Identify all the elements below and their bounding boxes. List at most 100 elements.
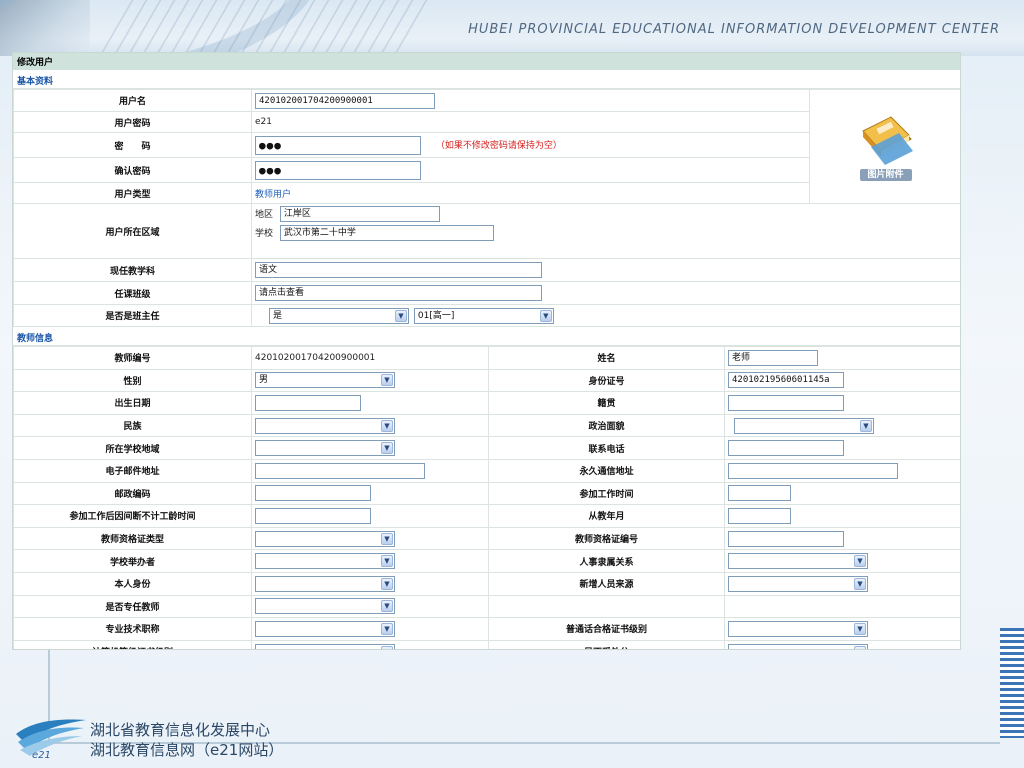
dropdown-select[interactable]: ▼	[255, 643, 395, 649]
chevron-down-icon: ▼	[854, 555, 866, 568]
teacher-info-row: 邮政编码 参加工作时间	[13, 481, 960, 506]
text-input[interactable]	[728, 485, 791, 502]
teacher-info-row: 专业技术职称 ▼ 普通话合格证书级别 ▼	[13, 617, 960, 641]
dropdown-select[interactable]: ▼	[728, 620, 868, 637]
teacher-info-row: 是否专任教师 ▼	[13, 594, 960, 619]
banner-title: HUBEI PROVINCIAL EDUCATIONAL INFORMATION…	[468, 22, 1000, 37]
chevron-down-icon: ▼	[854, 577, 866, 590]
field-label: 民族	[13, 413, 252, 438]
field-label: 计算机等级证书级别	[13, 639, 252, 649]
head-teacher-select[interactable]: 是 ▼	[269, 307, 409, 324]
field-label: 邮政编码	[13, 481, 252, 506]
teacher-info-row: 学校举办者 ▼ 人事隶属关系 ▼	[13, 549, 960, 573]
text-input[interactable]	[255, 394, 361, 411]
text-input[interactable]	[728, 530, 844, 547]
footer-logo: e21 湖北省教育信息化发展中心 湖北教育信息网（e21网站）	[14, 712, 314, 762]
head-teacher-value: 是	[273, 310, 283, 321]
field-label: 教师资格证类型	[13, 526, 252, 551]
text-input[interactable]	[255, 507, 371, 524]
text-input[interactable]: 老师	[728, 349, 818, 366]
dropdown-select[interactable]: ▼	[255, 598, 395, 615]
head-teacher-label: 是否是班主任	[13, 304, 252, 327]
teacher-info-row: 本人身份 ▼ 新增人员来源 ▼	[13, 571, 960, 596]
district-key: 地区	[255, 209, 274, 220]
field-label: 联系电话	[488, 436, 725, 460]
chevron-down-icon: ▼	[381, 645, 393, 649]
banner-decoration	[96, 0, 444, 56]
chevron-down-icon: ▼	[860, 419, 872, 432]
head-teacher-class-select[interactable]: 01[高一] ▼	[413, 307, 554, 324]
chevron-down-icon: ▼	[854, 622, 866, 635]
teacher-info-row: 电子邮件地址 永久通信地址	[13, 458, 960, 483]
dropdown-select[interactable]: ▼	[255, 620, 395, 637]
field-label: 姓名	[488, 346, 725, 370]
subject-input[interactable]: 语文	[255, 262, 542, 278]
user-password-value: e21	[251, 111, 810, 133]
field-label: 参加工作时间	[488, 481, 725, 506]
confirm-password-label: 确认密码	[13, 157, 252, 183]
school-key: 学校	[255, 228, 274, 239]
teacher-info-table: 教师编号 420102001704200900001 姓名 老师 性别男 ▼ 身份证号 420…	[13, 346, 960, 649]
field-label: 电子邮件地址	[13, 458, 252, 483]
chevron-down-icon: ▼	[381, 419, 393, 432]
teacher-info-row: 参加工作后因间断不计工龄时间 从教年月	[13, 504, 960, 528]
school-input[interactable]: 武汉市第二十中学	[279, 225, 494, 241]
text-input[interactable]: 42010219560601145a	[728, 372, 844, 389]
section-basic-info: 基本资料	[13, 70, 960, 89]
dropdown-select[interactable]: ▼	[255, 575, 395, 592]
dropdown-select[interactable]: ▼	[255, 530, 395, 547]
user-type-link[interactable]: 教师用户	[255, 190, 291, 200]
chevron-down-icon: ▼	[381, 532, 393, 545]
password-input[interactable]: ●●●	[255, 135, 421, 155]
chevron-down-icon: ▼	[854, 645, 866, 649]
section-teacher-info: 教师信息	[13, 327, 960, 346]
school-row: 学校 武汉市第二十中学	[255, 225, 958, 244]
text-input[interactable]	[728, 394, 844, 411]
field-label: 人事隶属关系	[488, 549, 725, 573]
class-input[interactable]: 请点击查看	[255, 285, 542, 301]
dropdown-select[interactable]: 男 ▼	[255, 372, 395, 389]
dropdown-select[interactable]: ▼	[255, 417, 395, 434]
dropdown-select[interactable]: ▼	[255, 553, 395, 570]
field-label: 本人身份	[13, 571, 252, 596]
head-teacher-class-value: 01[高一]	[417, 310, 455, 321]
field-label: 身份证号	[488, 368, 725, 393]
text-input[interactable]	[728, 507, 791, 524]
field-label: 专业技术职称	[13, 617, 252, 641]
district-input[interactable]: 江岸区	[279, 206, 440, 222]
empty-cell	[724, 594, 960, 619]
teacher-info-row: 民族 ▼ 政治面貌 ▼	[13, 413, 960, 438]
username-input[interactable]: 420102001704200900001	[255, 92, 435, 109]
field-label: 教师资格证编号	[488, 526, 725, 551]
password-label: 密 码	[13, 132, 252, 158]
text-input[interactable]	[728, 440, 844, 457]
logo-text: e21	[32, 750, 51, 760]
teacher-info-row: 教师编号 420102001704200900001 姓名 老师	[13, 346, 960, 370]
dropdown-select[interactable]: ▼	[728, 643, 868, 649]
photo-attachment[interactable]: 图片附件	[809, 89, 960, 204]
basic-info-table: 用户名 420102001704200900001 图片附件 用户密码 e21 …	[13, 89, 960, 327]
region-label: 用户所在区域	[13, 203, 252, 259]
username-label: 用户名	[13, 89, 252, 112]
photo-label: 图片附件	[867, 170, 904, 180]
field-label	[488, 594, 725, 619]
chevron-down-icon: ▼	[381, 442, 393, 455]
field-label: 所在学校地域	[13, 436, 252, 460]
confirm-password-input[interactable]: ●●●	[255, 160, 421, 180]
text-input[interactable]	[255, 462, 425, 479]
chevron-down-icon: ▼	[381, 577, 393, 590]
dropdown-select[interactable]: ▼	[255, 440, 395, 457]
field-label: 籍贯	[488, 391, 725, 415]
footer-site-name: 湖北教育信息网（e21网站）	[90, 741, 284, 759]
teacher-info-row: 性别男 ▼ 身份证号 42010219560601145a	[13, 368, 960, 393]
dropdown-select[interactable]: ▼	[734, 417, 874, 434]
text-input[interactable]	[255, 485, 371, 502]
field-label: 教师编号	[13, 346, 252, 370]
text-input[interactable]	[728, 462, 898, 479]
dropdown-select[interactable]: ▼	[728, 575, 868, 592]
district-row: 地区 江岸区	[255, 206, 958, 225]
field-label: 参加工作后因间断不计工龄时间	[13, 504, 252, 528]
user-type-label: 用户类型	[13, 182, 252, 204]
field-label: 永久通信地址	[488, 458, 725, 483]
dropdown-select[interactable]: ▼	[728, 553, 868, 570]
